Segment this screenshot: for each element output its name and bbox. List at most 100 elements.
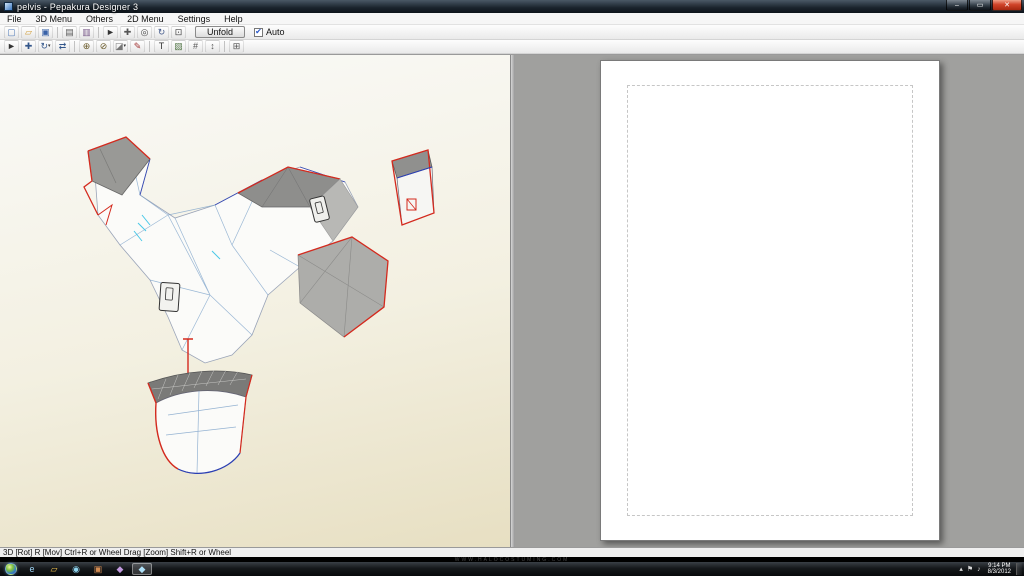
- viewport-2d[interactable]: [515, 55, 1024, 547]
- toolbar-separator: [57, 26, 58, 38]
- add-text-icon-glyph: T: [158, 41, 165, 51]
- window-title: pelvis - Pepakura Designer 3: [17, 1, 139, 12]
- edit-flaps-icon-glyph: ◪: [114, 41, 124, 51]
- zoom-tool-icon-glyph: ◎: [140, 26, 149, 37]
- auto-unfold-control: ✔ Auto: [254, 27, 285, 37]
- flip-part-icon-glyph: ⇄: [58, 41, 67, 51]
- edit-flaps-icon[interactable]: ◪ ▾: [113, 40, 128, 53]
- menu-item-2d-menu[interactable]: 2D Menu: [120, 14, 171, 24]
- toolbar-main: ▢ ▱ ▣ ▤ ▥ ► ✚ ◎ ↻ ⊡ Unfold ✔ Auto: [0, 25, 1024, 40]
- minimize-button[interactable]: –: [946, 0, 968, 11]
- start-button[interactable]: [5, 563, 17, 575]
- taskbar-app-pepakura-viewer-icon: ◆: [116, 563, 124, 574]
- menubar: File 3D Menu Others 2D Menu Settings Hel…: [0, 13, 1024, 25]
- titlebar: pelvis - Pepakura Designer 3 – ▭ ✕: [0, 0, 1024, 13]
- auto-checkbox[interactable]: ✔: [254, 27, 264, 37]
- toolbar-2d-tools: ► ✚ ↻ ▾ ⇄ ⊕ ⊘ ◪ ▾ ✎ T ▧ # ↕ ⊞: [0, 40, 1024, 54]
- toolbar-separator: [224, 41, 225, 52]
- zoom-tool-icon[interactable]: ◎: [137, 25, 152, 39]
- taskbar-app-media-player-icon: ◉: [72, 563, 80, 574]
- new-file-icon[interactable]: ▢: [4, 25, 19, 39]
- move-part-icon-glyph: ✚: [24, 41, 33, 51]
- fit-view-icon[interactable]: ⊡: [171, 25, 186, 39]
- flip-part-icon[interactable]: ⇄: [55, 40, 70, 53]
- menu-item-help[interactable]: Help: [217, 14, 250, 24]
- dropdown-caret-icon: ▾: [123, 43, 127, 49]
- taskbar-app-media-player[interactable]: ◉: [66, 563, 86, 575]
- edge-color-icon-glyph: ✎: [133, 41, 142, 51]
- rotate-view-icon[interactable]: ↻: [154, 25, 169, 39]
- toolbar-separator: [149, 41, 150, 52]
- pepakura-designer-window: pelvis - Pepakura Designer 3 – ▭ ✕ File …: [0, 0, 1024, 576]
- open-file-icon[interactable]: ▱: [21, 25, 36, 39]
- menu-item-3d-menu[interactable]: 3D Menu: [29, 14, 80, 24]
- grid-icon-glyph: ⊞: [232, 41, 241, 51]
- taskbar-apps: e ▱ ◉ ▣ ◆ ◆: [21, 563, 153, 575]
- open-file-icon-glyph: ▱: [25, 26, 32, 37]
- hidden-icons-arrow[interactable]: ▴: [959, 565, 963, 573]
- system-tray: ▴ ⚑ ♪ 9:14 PM 8/3/2012: [957, 562, 1022, 576]
- rotate-part-icon[interactable]: ↻ ▾: [38, 40, 53, 53]
- taskbar-app-file-explorer[interactable]: ▱: [44, 563, 64, 575]
- toolbar-2d-icons: ► ✚ ↻ ▾ ⇄ ⊕ ⊘ ◪ ▾ ✎ T ▧ # ↕ ⊞: [3, 40, 245, 53]
- taskbar-app-internet-explorer[interactable]: e: [22, 563, 42, 575]
- unfold-button[interactable]: Unfold: [195, 26, 246, 38]
- taskbar-app-pepakura-designer[interactable]: ◆: [132, 563, 152, 575]
- join-edges-icon-glyph: ⊕: [82, 41, 91, 51]
- rotate-view-icon-glyph: ↻: [157, 26, 166, 37]
- app-icon: [4, 2, 13, 11]
- grid-icon[interactable]: ⊞: [229, 40, 244, 53]
- select-tool-icon[interactable]: ►: [103, 25, 118, 39]
- save-file-icon[interactable]: ▣: [38, 25, 53, 39]
- viewport-3d[interactable]: [0, 55, 511, 547]
- rotate-part-icon-glyph: ↻: [40, 41, 49, 51]
- add-text-icon[interactable]: T: [154, 40, 169, 53]
- save-file-icon-glyph: ▣: [41, 26, 50, 37]
- taskbar-app-pepakura-viewer[interactable]: ◆: [110, 563, 130, 575]
- new-file-icon-glyph: ▢: [7, 26, 16, 37]
- action-center-flag-icon[interactable]: ⚑: [967, 565, 973, 573]
- measure-icon-glyph: #: [192, 41, 198, 51]
- move-part-icon[interactable]: ✚: [21, 40, 36, 53]
- taskbar-app-pepakura-designer-icon: ◆: [138, 563, 146, 574]
- show-desktop-button[interactable]: [1016, 563, 1022, 575]
- pelvis-3d-model: [83, 136, 435, 474]
- print-icon-glyph: ▤: [65, 26, 74, 37]
- window-controls: – ▭ ✕: [945, 0, 1022, 11]
- close-button[interactable]: ✕: [992, 0, 1022, 11]
- add-image-icon[interactable]: ▧: [171, 40, 186, 53]
- export-icon[interactable]: ▥: [79, 25, 94, 39]
- select-part-icon[interactable]: ►: [4, 40, 19, 53]
- sheet-margin-guide: [627, 85, 913, 516]
- export-icon-glyph: ▥: [82, 26, 91, 37]
- taskbar-app-internet-explorer-icon: e: [29, 564, 35, 574]
- select-part-icon-glyph: ►: [7, 41, 16, 51]
- auto-checkbox-label: Auto: [266, 27, 285, 37]
- taskbar-app-file-explorer-icon: ▱: [50, 563, 58, 574]
- scale-part-icon-glyph: ↕: [210, 41, 215, 51]
- taskbar-app-photo-viewer-icon: ▣: [93, 563, 103, 574]
- menu-item-others[interactable]: Others: [79, 14, 120, 24]
- divide-face-icon-glyph: ⊘: [99, 41, 108, 51]
- taskbar-clock[interactable]: 9:14 PM 8/3/2012: [988, 563, 1011, 575]
- taskbar-app-photo-viewer[interactable]: ▣: [88, 563, 108, 575]
- statusbar: 3D [Rot] R [Mov] Ctrl+R or Wheel Drag [Z…: [0, 547, 1024, 557]
- select-tool-icon-glyph: ►: [106, 26, 115, 37]
- print-icon[interactable]: ▤: [62, 25, 77, 39]
- edge-color-icon[interactable]: ✎: [130, 40, 145, 53]
- maximize-button[interactable]: ▭: [969, 0, 991, 11]
- pattern-sheet: [600, 60, 940, 541]
- scale-part-icon[interactable]: ↕: [205, 40, 220, 53]
- toolbar-separator: [98, 26, 99, 38]
- divide-face-icon[interactable]: ⊘: [96, 40, 111, 53]
- pan-tool-icon[interactable]: ✚: [120, 25, 135, 39]
- menu-item-settings[interactable]: Settings: [171, 14, 218, 24]
- taskbar: e ▱ ◉ ▣ ◆ ◆ ▴ ⚑ ♪ 9:14 PM 8/3/2012: [0, 562, 1024, 576]
- menu-item-file[interactable]: File: [0, 14, 29, 24]
- measure-icon[interactable]: #: [188, 40, 203, 53]
- fit-view-icon-glyph: ⊡: [174, 26, 183, 37]
- volume-icon[interactable]: ♪: [977, 566, 981, 573]
- toolbar-separator: [74, 41, 75, 52]
- join-edges-icon[interactable]: ⊕: [79, 40, 94, 53]
- clock-date: 8/3/2012: [987, 569, 1011, 575]
